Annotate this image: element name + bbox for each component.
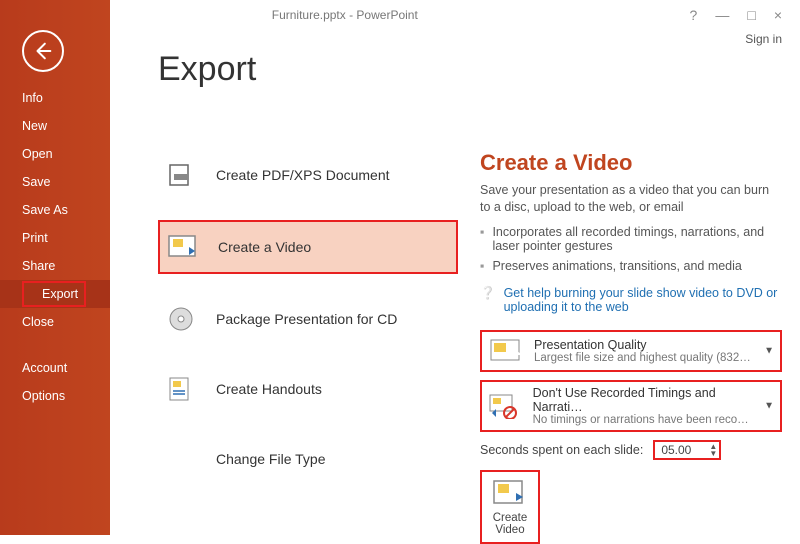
create-video-label-1: Create bbox=[493, 512, 528, 524]
sidebar-item-label: New bbox=[22, 119, 47, 133]
sidebar-item-export[interactable]: Export bbox=[0, 280, 110, 308]
quality-title: Presentation Quality bbox=[534, 338, 751, 352]
timings-dropdown[interactable]: Don't Use Recorded Timings and Narrati… … bbox=[480, 380, 782, 432]
timings-subtitle: No timings or narrations have been reco… bbox=[533, 414, 760, 426]
bullet-text: Preserves animations, transitions, and m… bbox=[492, 259, 741, 273]
create-video-button[interactable]: Create Video bbox=[480, 470, 540, 544]
help-row: ❔ Get help burning your slide show video… bbox=[480, 286, 782, 314]
title-bar: Furniture.pptx - PowerPoint ? — □ × bbox=[0, 0, 800, 30]
cd-icon bbox=[164, 302, 198, 336]
sidebar-item-label: Info bbox=[22, 91, 43, 105]
chevron-down-icon: ▼ bbox=[764, 345, 774, 356]
sidebar-item-account[interactable]: Account bbox=[0, 354, 110, 382]
sidebar-item-label: Options bbox=[22, 389, 65, 403]
sidebar-item-label: Account bbox=[22, 361, 67, 375]
bullet-icon: ▪ bbox=[480, 225, 484, 253]
seconds-value: 05.00 bbox=[661, 443, 691, 457]
export-option-label: Create PDF/XPS Document bbox=[216, 167, 390, 183]
sidebar-item-label: Share bbox=[22, 259, 55, 273]
detail-bullets: ▪ Incorporates all recorded timings, narr… bbox=[480, 222, 782, 276]
seconds-spinner[interactable]: 05.00 ▲▼ bbox=[653, 440, 721, 460]
sidebar-item-save[interactable]: Save bbox=[0, 168, 110, 196]
export-option-label: Package Presentation for CD bbox=[216, 311, 397, 327]
export-option-pdf-xps[interactable]: Create PDF/XPS Document bbox=[158, 150, 458, 200]
seconds-row: Seconds spent on each slide: 05.00 ▲▼ bbox=[480, 440, 782, 460]
bullet-text: Incorporates all recorded timings, narra… bbox=[492, 225, 782, 253]
page-title: Export bbox=[158, 50, 800, 89]
detail-intro: Save your presentation as a video that y… bbox=[480, 182, 782, 216]
export-option-package-cd[interactable]: Package Presentation for CD bbox=[158, 294, 458, 344]
sidebar-item-label: Close bbox=[22, 315, 54, 329]
window-controls: ? — □ × bbox=[690, 7, 800, 23]
create-video-icon bbox=[492, 478, 528, 508]
seconds-label: Seconds spent on each slide: bbox=[480, 443, 643, 457]
quality-subtitle: Largest file size and highest quality (8… bbox=[534, 352, 751, 364]
sidebar-item-save-as[interactable]: Save As bbox=[0, 196, 110, 224]
help-link[interactable]: Get help burning your slide show video t… bbox=[504, 286, 782, 314]
sidebar-item-new[interactable]: New bbox=[0, 112, 110, 140]
export-option-create-video[interactable]: Create a Video bbox=[158, 220, 458, 274]
export-option-label: Change File Type bbox=[216, 451, 325, 467]
quality-dropdown[interactable]: Presentation Quality Largest file size a… bbox=[480, 330, 782, 372]
create-video-detail: Create a Video Save your presentation as… bbox=[480, 150, 782, 544]
help-icon: ❔ bbox=[480, 286, 496, 314]
create-video-label-2: Video bbox=[495, 524, 524, 536]
spinner-buttons[interactable]: ▲▼ bbox=[709, 443, 717, 457]
presentation-quality-icon bbox=[488, 336, 524, 366]
no-timings-icon bbox=[488, 391, 523, 421]
back-arrow-icon: path{stroke:#fff;stroke-width:2.2;fill:n… bbox=[32, 40, 54, 62]
save-icon bbox=[164, 442, 198, 476]
sidebar-item-label: Open bbox=[22, 147, 53, 161]
help-button[interactable]: ? bbox=[690, 7, 698, 23]
sidebar-nav: Info New Open Save Save As Print Share E… bbox=[0, 84, 110, 410]
export-option-label: Create Handouts bbox=[216, 381, 322, 397]
video-icon bbox=[166, 230, 200, 264]
sidebar-item-info[interactable]: Info bbox=[0, 84, 110, 112]
pdf-xps-icon bbox=[164, 158, 198, 192]
sidebar-item-options[interactable]: Options bbox=[0, 382, 110, 410]
minimize-button[interactable]: — bbox=[715, 7, 729, 23]
backstage-sidebar: path{stroke:#fff;stroke-width:2.2;fill:n… bbox=[0, 0, 110, 535]
maximize-button[interactable]: □ bbox=[747, 7, 755, 23]
sidebar-item-label: Save bbox=[22, 175, 51, 189]
handouts-icon bbox=[164, 372, 198, 406]
timings-title: Don't Use Recorded Timings and Narrati… bbox=[533, 386, 760, 414]
export-option-handouts[interactable]: Create Handouts bbox=[158, 364, 458, 414]
detail-heading: Create a Video bbox=[480, 150, 782, 176]
sidebar-item-print[interactable]: Print bbox=[0, 224, 110, 252]
main-area: Export Create PDF/XPS Document Create a … bbox=[110, 30, 800, 535]
close-button[interactable]: × bbox=[774, 7, 782, 23]
sidebar-item-share[interactable]: Share bbox=[0, 252, 110, 280]
chevron-down-icon: ▼ bbox=[764, 400, 774, 411]
export-option-label: Create a Video bbox=[218, 239, 311, 255]
sidebar-item-label: Save As bbox=[22, 203, 68, 217]
export-options-list: Create PDF/XPS Document Create a Video P… bbox=[158, 150, 458, 504]
sidebar-item-open[interactable]: Open bbox=[0, 140, 110, 168]
sidebar-item-label: Export bbox=[22, 281, 86, 307]
back-button[interactable]: path{stroke:#fff;stroke-width:2.2;fill:n… bbox=[22, 30, 64, 72]
sidebar-item-close[interactable]: Close bbox=[0, 308, 110, 336]
export-option-change-file-type[interactable]: Change File Type bbox=[158, 434, 458, 484]
bullet-icon: ▪ bbox=[480, 259, 484, 273]
sidebar-item-label: Print bbox=[22, 231, 48, 245]
